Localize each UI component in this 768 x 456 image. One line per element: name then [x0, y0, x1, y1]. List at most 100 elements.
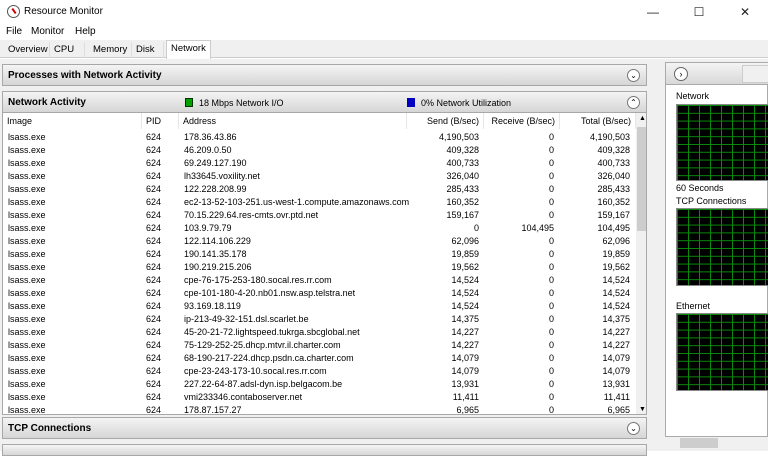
table-row[interactable]: lsass.exe 624 ip-213-49-32-151.dsl.scarlet…: [3, 314, 635, 327]
main-scrollbar[interactable]: [650, 62, 662, 451]
column-header-image[interactable]: Image: [3, 113, 142, 129]
cell-send: 14,079: [451, 366, 479, 376]
cell-total: 13,931: [602, 379, 630, 389]
table-row[interactable]: lsass.exe 624 227.22-64-87.adsl-dyn.isp.be…: [3, 379, 635, 392]
table-row[interactable]: lsass.exe 624 cpe-23-243-173-10.socal.res.…: [3, 366, 635, 379]
tab-network[interactable]: Network: [166, 40, 211, 59]
cell-address: 190.219.215.206: [184, 262, 252, 272]
cell-address: 68-190-217-224.dhcp.psdn.ca.charter.com: [184, 353, 354, 363]
cell-address: cpe-76-175-253-180.socal.res.rr.com: [184, 275, 332, 285]
views-button[interactable]: [742, 65, 768, 83]
scroll-down-icon[interactable]: ▼: [639, 406, 646, 413]
table-row[interactable]: lsass.exe 624 122.114.106.229 62,096 0 62,096: [3, 236, 635, 249]
cell-total: 14,227: [602, 340, 630, 350]
tcp-connections-header[interactable]: TCP Connections ⌄: [2, 417, 647, 439]
expand-chevron-icon[interactable]: ⌄: [627, 422, 640, 435]
scroll-up-icon[interactable]: ▲: [639, 115, 646, 122]
minimize-button[interactable]: —: [630, 0, 676, 24]
cell-address: 122.114.106.229: [184, 236, 251, 246]
table-row[interactable]: lsass.exe 624 cpe-101-180-4-20.nb01.nsw.as…: [3, 288, 635, 301]
table-row[interactable]: lsass.exe 624 178.36.43.86 4,190,503 0 4,190,…: [3, 132, 635, 145]
cell-send: 19,859: [451, 249, 479, 259]
processes-section-header[interactable]: Processes with Network Activity ⌄: [2, 64, 647, 86]
graph-panel-hscrollbar[interactable]: [668, 437, 756, 449]
table-row[interactable]: lsass.exe 624 122.228.208.99 285,433 0 285,43…: [3, 184, 635, 197]
cell-send: 14,227: [451, 340, 479, 350]
listening-ports-header[interactable]: [2, 444, 647, 456]
tcp-connections-title: TCP Connections: [8, 423, 92, 434]
table-scrollbar[interactable]: ▲ ▼: [636, 113, 646, 414]
cell-image: lsass.exe: [8, 171, 46, 181]
column-header-pid[interactable]: PID: [142, 113, 179, 129]
cell-address: lh33645.voxility.net: [184, 171, 260, 181]
menu-file[interactable]: File: [6, 26, 22, 37]
views-chevron-icon[interactable]: ›: [674, 67, 688, 81]
network-activity-header[interactable]: Network Activity 18 Mbps Network I/O 0% …: [2, 91, 647, 113]
cell-image: lsass.exe: [8, 353, 46, 363]
table-row[interactable]: lsass.exe 624 70.15.229.64.res-cmts.ovr.pt…: [3, 210, 635, 223]
table-row[interactable]: lsass.exe 624 190.141.35.178 19,859 0 19,859: [3, 249, 635, 262]
cell-send: 6,965: [456, 405, 479, 415]
column-header-send[interactable]: Send (B/sec): [407, 113, 484, 129]
cell-send: 14,524: [451, 301, 479, 311]
cell-receive: 0: [548, 353, 554, 363]
tab-cpu[interactable]: CPU: [50, 42, 85, 58]
table-row[interactable]: lsass.exe 624 178.87.157.27 6,965 0 6,965: [3, 405, 635, 415]
cell-total: 62,096: [602, 236, 630, 246]
tab-memory[interactable]: Memory: [89, 42, 132, 58]
cell-send: 159,167: [446, 210, 479, 220]
cell-total: 285,433: [597, 184, 630, 194]
cell-receive: 0: [548, 340, 554, 350]
cell-receive: 104,495: [521, 223, 554, 233]
scrollbar-thumb[interactable]: [637, 127, 646, 231]
cell-pid: 624: [146, 184, 162, 194]
table-row[interactable]: lsass.exe 624 93.169.18.119 14,524 0 14,524: [3, 301, 635, 314]
resource-monitor-icon: [7, 5, 20, 18]
table-row[interactable]: lsass.exe 624 cpe-76-175-253-180.socal.res…: [3, 275, 635, 288]
cell-receive: 0: [548, 145, 554, 155]
cell-receive: 0: [548, 184, 554, 194]
table-row[interactable]: lsass.exe 624 75-129-252-25.dhcp.mtvr.il.c…: [3, 340, 635, 353]
menu-monitor[interactable]: Monitor: [31, 26, 64, 37]
hscroll-thumb[interactable]: [680, 438, 718, 448]
maximize-button[interactable]: ☐: [676, 0, 722, 24]
cell-send: 14,524: [451, 288, 479, 298]
table-row[interactable]: lsass.exe 624 45-20-21-72.lightspeed.tukrg…: [3, 327, 635, 340]
network-activity-table: Image PID Address Send (B/sec) Receive (…: [2, 113, 647, 415]
tab-overview[interactable]: Overview: [4, 42, 50, 58]
expand-chevron-icon[interactable]: ⌄: [627, 69, 640, 82]
cell-receive: 0: [548, 236, 554, 246]
table-row[interactable]: lsass.exe 624 69.249.127.190 400,733 0 400,73…: [3, 158, 635, 171]
table-row[interactable]: lsass.exe 624 vmi233346.contaboserver.net 1…: [3, 392, 635, 405]
column-header-total[interactable]: Total (B/sec): [560, 113, 636, 129]
cell-receive: 0: [548, 275, 554, 285]
cell-total: 14,227: [602, 327, 630, 337]
cell-address: 70.15.229.64.res-cmts.ovr.ptd.net: [184, 210, 319, 220]
table-row[interactable]: lsass.exe 624 lh33645.voxility.net 326,040 0…: [3, 171, 635, 184]
column-header-receive[interactable]: Receive (B/sec): [484, 113, 560, 129]
menu-help[interactable]: Help: [75, 26, 96, 37]
cell-pid: 624: [146, 249, 162, 259]
cell-total: 14,079: [602, 366, 630, 376]
cell-total: 6,965: [607, 405, 630, 415]
table-row[interactable]: lsass.exe 624 ec2-13-52-103-251.us-west-1.…: [3, 197, 635, 210]
collapse-chevron-icon[interactable]: ⌃: [627, 96, 640, 109]
table-row[interactable]: lsass.exe 624 190.219.215.206 19,562 0 19,562: [3, 262, 635, 275]
network-utilization-swatch-icon: [407, 98, 415, 107]
cell-pid: 624: [146, 223, 162, 233]
cell-pid: 624: [146, 379, 162, 389]
table-row[interactable]: lsass.exe 624 68-190-217-224.dhcp.psdn.ca.…: [3, 353, 635, 366]
cell-image: lsass.exe: [8, 327, 46, 337]
cell-address: 93.169.18.119: [184, 301, 241, 311]
close-button[interactable]: ✕: [722, 0, 768, 24]
cell-receive: 0: [548, 171, 554, 181]
table-row[interactable]: lsass.exe 624 46.209.0.50 409,328 0 409,328: [3, 145, 635, 158]
cell-address: 122.228.208.99: [184, 184, 247, 194]
cell-address: 227.22-64-87.adsl-dyn.isp.belgacom.be: [184, 379, 343, 389]
cell-pid: 624: [146, 158, 162, 168]
table-row[interactable]: lsass.exe 624 103.9.79.79 0 104,495 104,495: [3, 223, 635, 236]
column-header-address[interactable]: Address: [179, 113, 407, 129]
title-bar: Resource Monitor — ☐ ✕: [0, 0, 768, 24]
cell-image: lsass.exe: [8, 236, 46, 246]
tab-disk[interactable]: Disk: [132, 42, 164, 58]
